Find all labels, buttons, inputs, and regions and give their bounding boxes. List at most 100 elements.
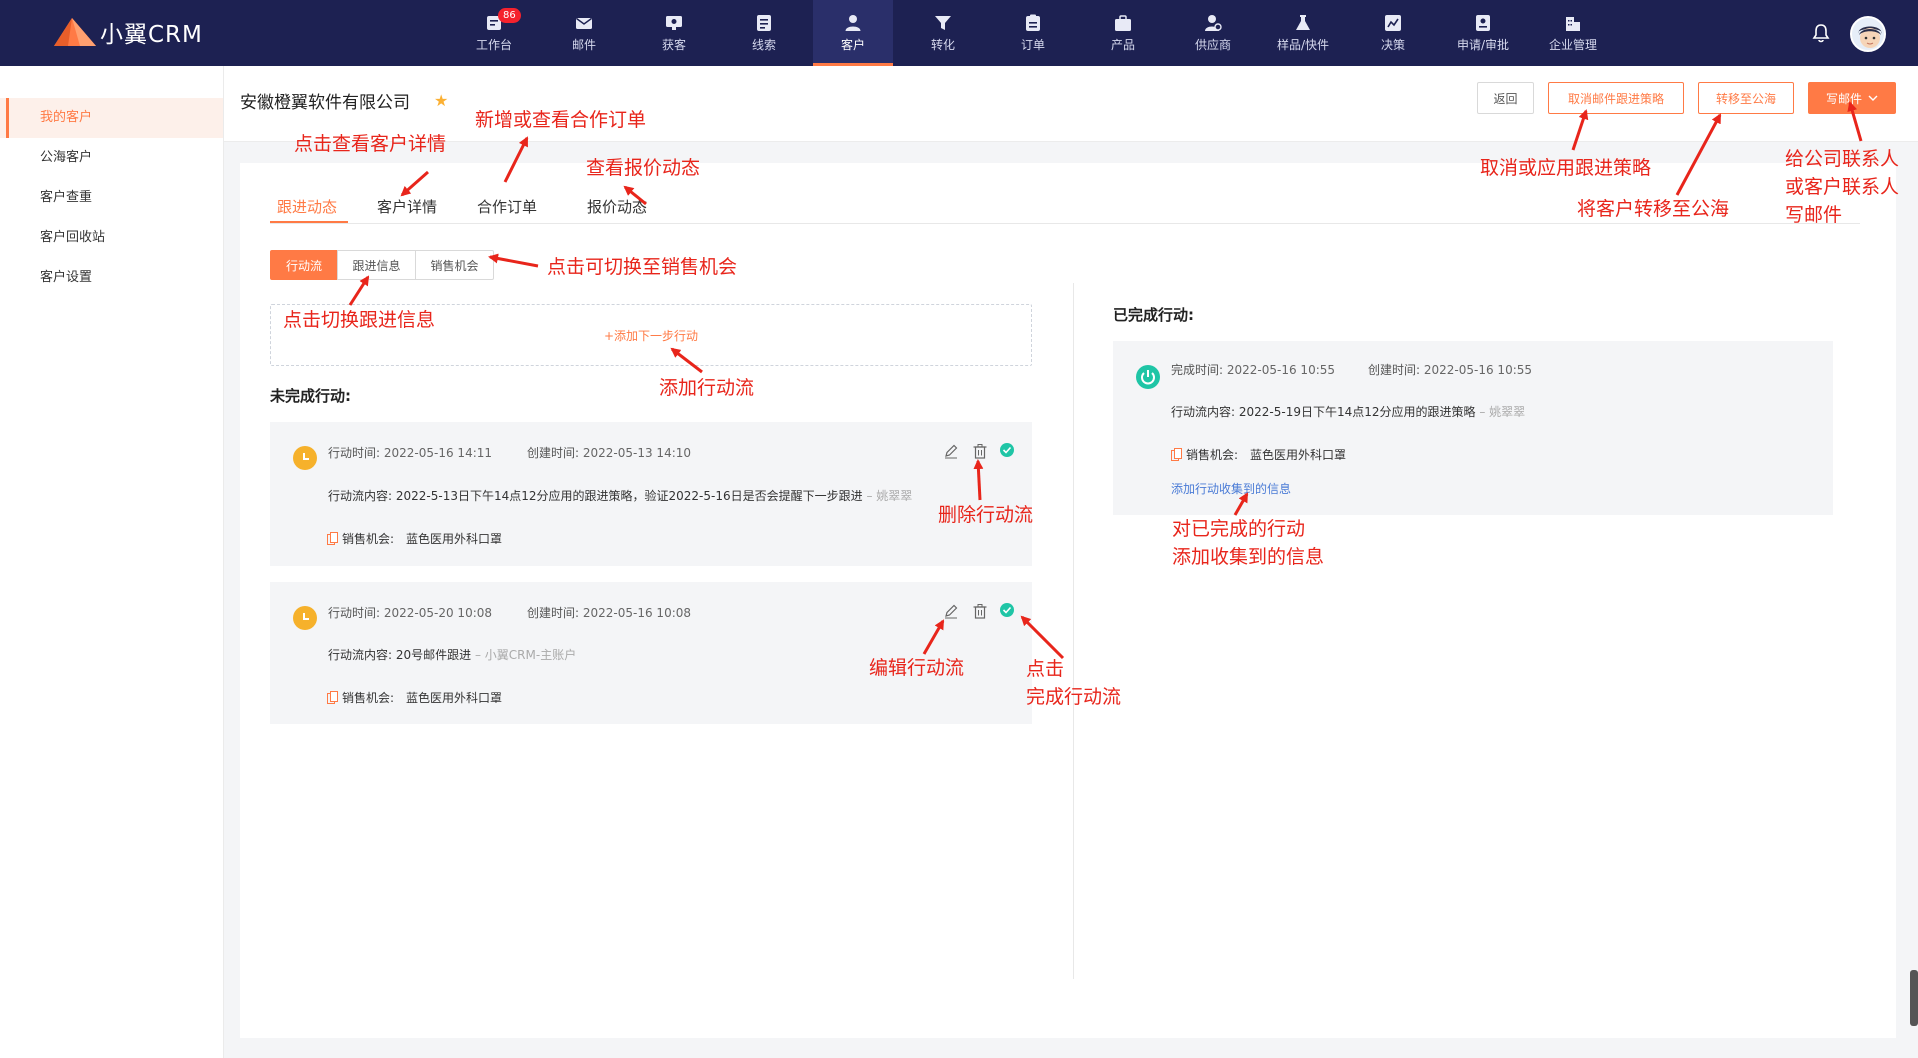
nav-mail[interactable]: 邮件 — [544, 0, 624, 66]
created-time-label: 创建时间: — [527, 606, 580, 620]
clock-icon — [293, 606, 317, 630]
nav-convert[interactable]: 转化 — [903, 0, 983, 66]
nav-enterprise[interactable]: 企业管理 — [1533, 0, 1613, 66]
trash-icon[interactable] — [972, 603, 988, 619]
sales-opportunity-value: 蓝色医用外科口罩 — [406, 691, 503, 705]
annotation-collect-line1: 对已完成的行动 — [1172, 518, 1306, 540]
done-time-value: 2022-05-16 10:55 — [1226, 363, 1336, 377]
transfer-to-public-button[interactable]: 转移至公海 — [1698, 82, 1794, 114]
nav-label: 供应商 — [1194, 38, 1231, 52]
tab-active-indicator — [270, 221, 348, 223]
customer-icon — [845, 15, 861, 31]
logo[interactable]: 小翼CRM — [50, 14, 203, 50]
annotation-quotes: 查看报价动态 — [586, 157, 701, 179]
copy-icon — [327, 691, 338, 704]
nav-label: 邮件 — [571, 38, 596, 52]
product-icon — [1115, 15, 1131, 31]
logo-mark-icon — [54, 18, 96, 46]
created-time-value: 2022-05-13 14:10 — [582, 446, 692, 460]
sales-opportunity-label: 销售机会: — [1186, 448, 1239, 462]
nav-decision[interactable]: 决策 — [1353, 0, 1433, 66]
edit-icon[interactable] — [943, 443, 959, 459]
bell-icon[interactable] — [1810, 22, 1832, 44]
action-content: 行动流内容: 20号邮件跟进 – 小翼CRM-主账户 — [328, 646, 576, 663]
nav-label: 转化 — [930, 38, 955, 52]
sales-opportunity: 销售机会: 蓝色医用外科口罩 — [1171, 446, 1346, 463]
back-button[interactable]: 返回 — [1477, 82, 1534, 114]
created-time-value: 2022-05-16 10:55 — [1423, 363, 1533, 377]
nav-label: 样品/快件 — [1276, 38, 1330, 52]
nav-supplier[interactable]: 供应商 — [1173, 0, 1253, 66]
tab-quotes[interactable]: 报价动态 — [587, 196, 647, 217]
created-time: 创建时间: 2022-05-16 10:55 — [1368, 361, 1532, 378]
sidebar-item-my-customers[interactable]: 我的客户 — [0, 98, 223, 138]
action-content-text: 2022-5-13日下午14点12分应用的跟进策略，验证2022-5-16日是否… — [395, 489, 863, 503]
action-content-label: 行动流内容: — [328, 489, 393, 503]
sidebar-item-settings[interactable]: 客户设置 — [0, 258, 223, 298]
nav-clue[interactable]: 线索 — [724, 0, 804, 66]
segment-sales-opportunity[interactable]: 销售机会 — [415, 250, 494, 280]
sales-opportunity: 销售机会: 蓝色医用外科口罩 — [327, 689, 502, 706]
nav-label: 获客 — [661, 38, 686, 52]
column-divider — [1073, 283, 1074, 979]
funnel-icon — [935, 16, 951, 30]
write-mail-label: 写邮件 — [1825, 91, 1862, 106]
incomplete-actions-title: 未完成行动: — [270, 387, 351, 405]
add-collected-info-link[interactable]: 添加行动收集到的信息 — [1171, 480, 1291, 497]
copy-icon — [1171, 448, 1182, 461]
notification-badge: 86 — [498, 8, 521, 23]
sidebar-item-duplicate-check[interactable]: 客户查重 — [0, 178, 223, 218]
annotation-mail-line2: 或客户联系人 — [1785, 176, 1900, 198]
done-time: 完成时间: 2022-05-16 10:55 — [1171, 361, 1335, 378]
nav-order[interactable]: 订单 — [993, 0, 1073, 66]
cancel-strategy-button[interactable]: 取消邮件跟进策略 — [1548, 82, 1684, 114]
star-icon[interactable]: ★ — [434, 91, 448, 110]
annotation-mail-line1: 给公司联系人 — [1785, 148, 1900, 170]
trash-icon[interactable] — [972, 443, 988, 459]
sales-opportunity: 销售机会: 蓝色医用外科口罩 — [327, 530, 502, 547]
annotation-switch-opportunity: 点击可切换至销售机会 — [547, 256, 738, 278]
action-time-value: 2022-05-16 14:11 — [383, 446, 493, 460]
complete-check-icon[interactable] — [999, 602, 1015, 618]
nav-product[interactable]: 产品 — [1083, 0, 1163, 66]
annotation-orders: 新增或查看合作订单 — [475, 109, 647, 131]
nav-acquire[interactable]: 获客 — [634, 0, 714, 66]
created-time-label: 创建时间: — [527, 446, 580, 460]
supplier-icon — [1205, 15, 1222, 31]
created-time: 创建时间: 2022-05-13 14:10 — [527, 444, 691, 461]
segment-action-flow[interactable]: 行动流 — [270, 250, 338, 280]
tab-follow-up[interactable]: 跟进动态 — [277, 196, 337, 217]
annotation-complete-line1: 点击 — [1026, 658, 1065, 680]
nav-label: 工作台 — [475, 38, 512, 52]
nav-label: 申请/审批 — [1456, 38, 1510, 52]
edit-icon[interactable] — [943, 603, 959, 619]
action-content-text: 20号邮件跟进 — [395, 648, 472, 662]
nav-label: 产品 — [1110, 38, 1135, 52]
avatar[interactable] — [1850, 16, 1886, 52]
nav-approval[interactable]: 申请/审批 — [1443, 0, 1523, 66]
action-author: – 姚翠翠 — [866, 489, 913, 503]
sales-opportunity-value: 蓝色医用外科口罩 — [406, 532, 503, 546]
nav-customer[interactable]: 客户 — [813, 0, 893, 66]
tab-customer-detail[interactable]: 客户详情 — [377, 196, 437, 217]
write-mail-button[interactable]: 写邮件 — [1808, 82, 1896, 114]
scrollbar[interactable] — [1910, 970, 1918, 1026]
action-time: 行动时间: 2022-05-16 14:11 — [328, 444, 492, 461]
tab-orders[interactable]: 合作订单 — [477, 196, 537, 217]
action-time-label: 行动时间: — [328, 446, 381, 460]
action-time-label: 行动时间: — [328, 606, 381, 620]
segment-follow-info[interactable]: 跟进信息 — [337, 250, 416, 280]
complete-check-icon[interactable] — [999, 442, 1015, 458]
sidebar: 我的客户 公海客户 客户查重 客户回收站 客户设置 — [0, 66, 224, 1058]
action-content-text: 2022-5-19日下午14点12分应用的跟进策略 — [1238, 405, 1476, 419]
annotation-transfer: 将客户转移至公海 — [1577, 198, 1730, 220]
sidebar-item-recycle-bin[interactable]: 客户回收站 — [0, 218, 223, 258]
annotation-complete-line2: 完成行动流 — [1026, 686, 1122, 708]
created-time-value: 2022-05-16 10:08 — [582, 606, 692, 620]
nav-sample[interactable]: 样品/快件 — [1263, 0, 1343, 66]
nav-workbench[interactable]: 工作台 86 — [454, 0, 534, 66]
nav-label: 订单 — [1020, 38, 1045, 52]
sidebar-item-public-customers[interactable]: 公海客户 — [0, 138, 223, 178]
sales-opportunity-label: 销售机会: — [342, 691, 395, 705]
nav-label: 决策 — [1380, 38, 1405, 52]
